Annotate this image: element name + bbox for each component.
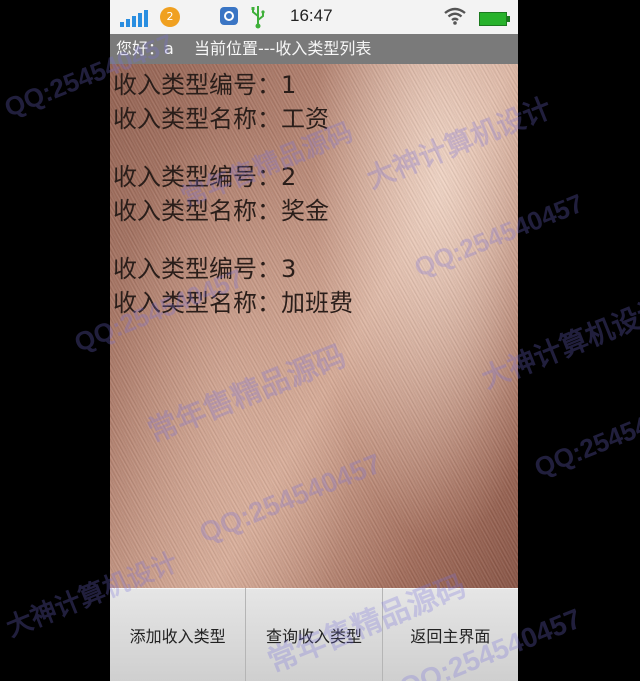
title-bar: 您好：a 当前位置---收入类型列表 [110, 34, 518, 64]
income-type-list: 收入类型编号：1 收入类型名称：工资 收入类型编号：2 收入类型名称：奖金 收入… [113, 68, 513, 344]
watermark-qq: QQ:254540457 [530, 387, 640, 483]
signal-icon [120, 9, 150, 27]
usb-icon [251, 6, 265, 29]
income-type-name: 收入类型名称：工资 [113, 105, 329, 133]
status-bar: 2 16:47 [110, 0, 518, 34]
list-item[interactable]: 收入类型编号：3 收入类型名称：加班费 [113, 252, 513, 320]
battery-icon [479, 12, 510, 26]
add-income-type-button[interactable]: 添加收入类型 [110, 588, 247, 681]
clock: 16:47 [290, 6, 333, 25]
phone-screen: 2 16:47 您好：a 当前位置---收入类型列表 收入类型编号：1 收入类型… [110, 0, 518, 681]
wifi-icon [444, 7, 466, 25]
app-icon [220, 7, 238, 25]
notification-badge-icon: 2 [160, 7, 180, 27]
bottom-button-bar: 添加收入类型 查询收入类型 返回主界面 [110, 588, 518, 681]
list-item[interactable]: 收入类型编号：1 收入类型名称：工资 [113, 68, 513, 136]
screen: 2 16:47 您好：a 当前位置---收入类型列表 收入类型编号：1 收入类型… [0, 0, 640, 681]
income-type-id: 收入类型编号：3 [113, 255, 297, 283]
income-type-id: 收入类型编号：2 [113, 163, 297, 191]
query-income-type-button[interactable]: 查询收入类型 [246, 588, 383, 681]
income-type-id: 收入类型编号：1 [113, 71, 297, 99]
back-to-main-button[interactable]: 返回主界面 [382, 588, 518, 681]
list-item[interactable]: 收入类型编号：2 收入类型名称：奖金 [113, 160, 513, 228]
income-type-name: 收入类型名称：奖金 [113, 197, 329, 225]
greeting-text: 您好：a [116, 39, 174, 58]
location-text: 当前位置---收入类型列表 [194, 39, 372, 58]
income-type-name: 收入类型名称：加班费 [113, 289, 353, 317]
